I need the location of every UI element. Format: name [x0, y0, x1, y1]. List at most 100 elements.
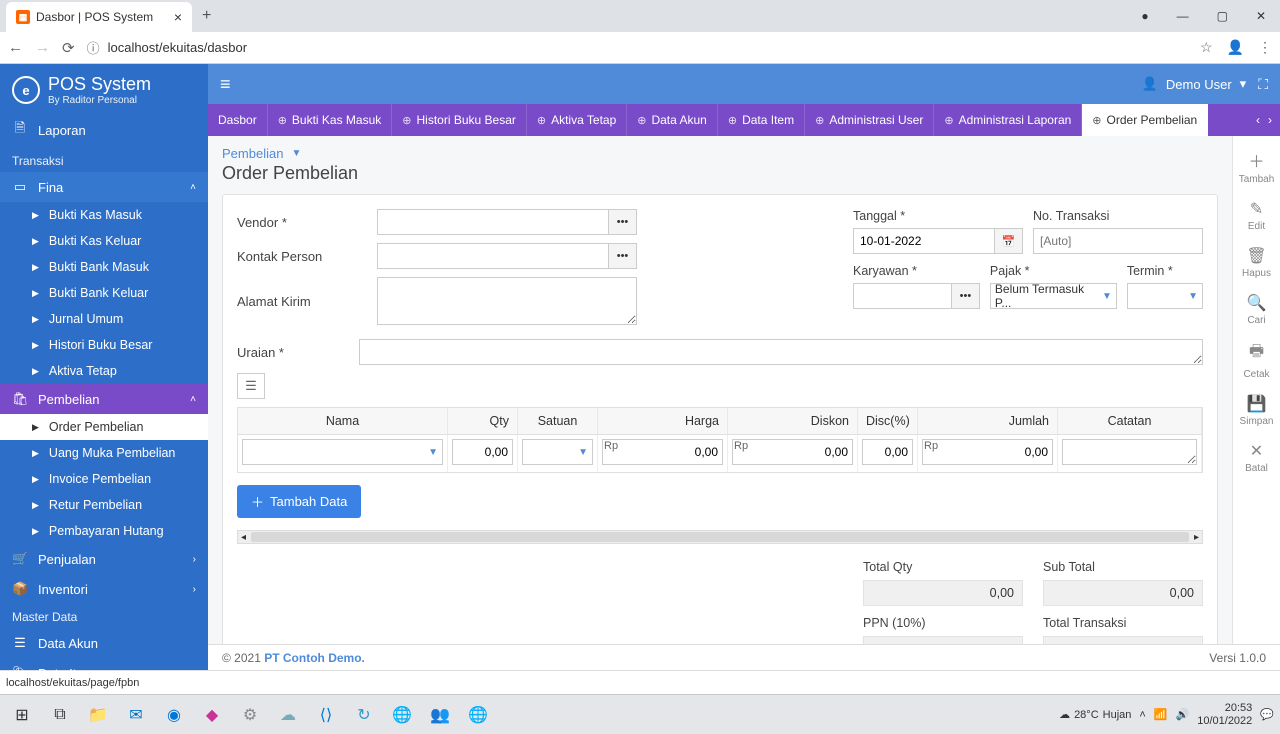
- sidebar-sub[interactable]: ▶Order Pembelian: [0, 414, 208, 440]
- termin-select[interactable]: ▼: [1127, 283, 1203, 309]
- karyawan-lookup-button[interactable]: •••: [952, 283, 980, 309]
- scroll-right-icon[interactable]: ▸: [1191, 532, 1202, 543]
- app-icon[interactable]: ◆: [196, 700, 228, 730]
- uraian-textarea[interactable]: [359, 339, 1203, 365]
- window-close-icon[interactable]: ✕: [1256, 9, 1266, 23]
- action-edit[interactable]: ✎Edit: [1248, 199, 1265, 232]
- kontak-lookup-button[interactable]: •••: [609, 243, 637, 269]
- clock[interactable]: 20:5310/01/2022: [1197, 702, 1252, 726]
- action-tambah[interactable]: ＋Tambah: [1239, 148, 1275, 185]
- edge-icon[interactable]: ◉: [158, 700, 190, 730]
- forward-icon[interactable]: →: [35, 39, 50, 56]
- app-icon[interactable]: ⚙: [234, 700, 266, 730]
- new-tab-button[interactable]: +: [202, 7, 211, 25]
- action-cetak[interactable]: 🖶Cetak: [1243, 340, 1269, 380]
- sidebar-penjualan[interactable]: 🛒Penjualan›: [0, 544, 208, 574]
- sidebar-sub[interactable]: ▶Bukti Bank Masuk: [0, 254, 208, 280]
- action-hapus[interactable]: 🗑Hapus: [1242, 246, 1271, 279]
- tambah-data-button[interactable]: ＋Tambah Data: [237, 485, 361, 518]
- explorer-icon[interactable]: 📁: [82, 700, 114, 730]
- catatan-textarea[interactable]: [1062, 439, 1197, 465]
- tab[interactable]: ⊕Administrasi Laporan: [934, 104, 1082, 136]
- satuan-select[interactable]: ▼: [522, 439, 593, 465]
- chrome-icon[interactable]: 🌐: [386, 700, 418, 730]
- tab[interactable]: ⊕Data Akun: [627, 104, 718, 136]
- weather-widget[interactable]: ☁28°CHujan: [1059, 708, 1131, 721]
- profile-icon[interactable]: 👤: [1227, 39, 1244, 56]
- star-icon[interactable]: ☆: [1200, 39, 1213, 56]
- sidebar-inventori[interactable]: 📦Inventori›: [0, 574, 208, 604]
- tanggal-input[interactable]: [853, 228, 995, 254]
- vendor-input[interactable]: [377, 209, 609, 235]
- qty-input[interactable]: [452, 439, 513, 465]
- tab-next-icon[interactable]: ›: [1268, 113, 1272, 127]
- sidebar-sub[interactable]: ▶Retur Pembelian: [0, 492, 208, 518]
- chrome-icon[interactable]: 🌐: [462, 700, 494, 730]
- notifications-icon[interactable]: 💬: [1260, 708, 1274, 721]
- vscode-icon[interactable]: ⟨⟩: [310, 700, 342, 730]
- record-icon[interactable]: ●: [1141, 9, 1148, 23]
- tab[interactable]: ⊕Order Pembelian: [1082, 104, 1208, 136]
- list-view-button[interactable]: ☰: [237, 373, 265, 399]
- action-cari[interactable]: 🔍Cari: [1247, 293, 1267, 326]
- sidebar-sub[interactable]: ▶Bukti Bank Keluar: [0, 280, 208, 306]
- sidebar-laporan[interactable]: 🗎Laporan: [0, 112, 208, 148]
- notrx-input[interactable]: [1033, 228, 1203, 254]
- discp-input[interactable]: [862, 439, 913, 465]
- sidebar-sub[interactable]: ▶Pembayaran Hutang: [0, 518, 208, 544]
- volume-icon[interactable]: 🔊: [1176, 708, 1190, 721]
- breadcrumb[interactable]: Pembelian▼: [222, 146, 1218, 161]
- tab[interactable]: ⊕Bukti Kas Masuk: [268, 104, 393, 136]
- nama-select[interactable]: ▼: [242, 439, 443, 465]
- tab[interactable]: Dasbor: [208, 104, 268, 136]
- tab[interactable]: ⊕Aktiva Tetap: [527, 104, 627, 136]
- sidebar-data-akun[interactable]: ☰Data Akun: [0, 628, 208, 658]
- sidebar-sub[interactable]: ▶Uang Muka Pembelian: [0, 440, 208, 466]
- harga-input[interactable]: [602, 439, 723, 465]
- url-field[interactable]: ⓘ localhost/ekuitas/dasbor: [87, 38, 1188, 57]
- diskon-input[interactable]: [732, 439, 853, 465]
- pajak-select[interactable]: Belum Termasuk P...▼: [990, 283, 1117, 309]
- reload-icon[interactable]: ⟳: [62, 39, 75, 57]
- close-icon[interactable]: ×: [174, 9, 182, 25]
- wifi-icon[interactable]: 📶: [1154, 708, 1168, 721]
- tab-prev-icon[interactable]: ‹: [1256, 113, 1260, 127]
- tray-chevron-icon[interactable]: ˄: [1139, 709, 1145, 721]
- sidebar-sub[interactable]: ▶Histori Buku Besar: [0, 332, 208, 358]
- hamburger-icon[interactable]: ≡: [220, 74, 231, 95]
- teams-icon[interactable]: 👥: [424, 700, 456, 730]
- alamat-textarea[interactable]: [377, 277, 637, 325]
- sidebar-pembelian[interactable]: 🛍Pembelian˄: [0, 384, 208, 414]
- sidebar-sub[interactable]: ▶Aktiva Tetap: [0, 358, 208, 384]
- scroll-left-icon[interactable]: ◂: [238, 532, 249, 543]
- calendar-icon[interactable]: 📅: [995, 228, 1023, 254]
- action-simpan[interactable]: 💾Simpan: [1240, 394, 1274, 427]
- tab[interactable]: ⊕Data Item: [718, 104, 805, 136]
- maximize-icon[interactable]: ▢: [1217, 9, 1228, 23]
- horizontal-scrollbar[interactable]: ◂▸: [237, 530, 1203, 544]
- minimize-icon[interactable]: —: [1177, 9, 1189, 23]
- vendor-lookup-button[interactable]: •••: [609, 209, 637, 235]
- menu-icon[interactable]: ⋮: [1258, 39, 1272, 56]
- fullscreen-icon[interactable]: ⛶: [1258, 76, 1268, 93]
- user-menu[interactable]: 👤 Demo User ▾: [1142, 76, 1246, 92]
- jumlah-input[interactable]: [922, 439, 1053, 465]
- app-icon[interactable]: ↻: [348, 700, 380, 730]
- kontak-input[interactable]: [377, 243, 609, 269]
- sidebar-sub[interactable]: ▶Bukti Kas Masuk: [0, 202, 208, 228]
- browser-tab[interactable]: ▦ Dasbor | POS System ×: [6, 2, 192, 32]
- sidebar-sub[interactable]: ▶Invoice Pembelian: [0, 466, 208, 492]
- tab[interactable]: ⊕Administrasi User: [805, 104, 934, 136]
- app-icon[interactable]: ☁: [272, 700, 304, 730]
- site-info-icon[interactable]: ⓘ: [87, 38, 100, 57]
- karyawan-input[interactable]: [853, 283, 952, 309]
- tab[interactable]: ⊕Histori Buku Besar: [392, 104, 527, 136]
- start-icon[interactable]: ⊞: [6, 700, 38, 730]
- action-batal[interactable]: ✕Batal: [1245, 441, 1268, 474]
- sidebar-sub[interactable]: ▶Bukti Kas Keluar: [0, 228, 208, 254]
- back-icon[interactable]: ←: [8, 39, 23, 56]
- sidebar-fina[interactable]: ▭Fina˄: [0, 172, 208, 202]
- taskview-icon[interactable]: ⧉: [44, 700, 76, 730]
- outlook-icon[interactable]: ✉: [120, 700, 152, 730]
- sidebar-sub[interactable]: ▶Jurnal Umum: [0, 306, 208, 332]
